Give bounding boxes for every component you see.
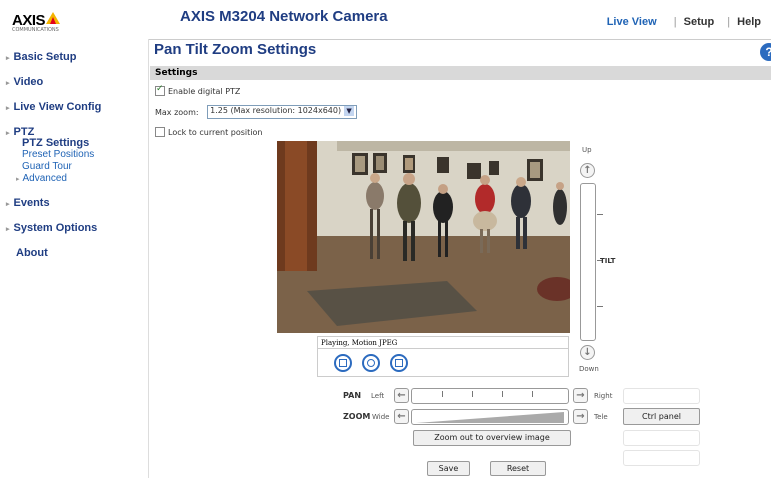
- sidebar-item-label: Basic Setup: [13, 51, 77, 63]
- header-divider: [148, 39, 771, 40]
- chevron-right-icon: ▸: [16, 176, 20, 183]
- lock-position-row: Lock to current position: [155, 127, 262, 137]
- tilt-down-arrow-icon[interactable]: ↓: [580, 345, 595, 360]
- sidebar-item-events[interactable]: ▸ Events: [0, 194, 148, 219]
- empty-control-slot: [623, 430, 700, 446]
- pan-tick: [472, 391, 473, 397]
- pan-right-label: Right: [594, 392, 613, 400]
- chevron-right-icon: ▸: [6, 55, 10, 62]
- page-title: Pan Tilt Zoom Settings: [154, 41, 317, 58]
- stop-icon[interactable]: [334, 354, 352, 372]
- sidebar-item-system-options[interactable]: ▸ System Options: [0, 219, 148, 244]
- tilt-slider[interactable]: [580, 183, 603, 341]
- nav-help-link[interactable]: Help: [737, 16, 761, 28]
- sidebar-item-label: Advanced: [22, 173, 67, 184]
- save-button[interactable]: Save: [427, 461, 470, 476]
- tilt-up-label: Up: [582, 146, 592, 154]
- logo-tagline: COMMUNICATIONS: [12, 27, 59, 33]
- chevron-right-icon: ▸: [6, 201, 10, 208]
- tilt-tick: [597, 306, 603, 307]
- ctrl-panel-button[interactable]: Ctrl panel: [623, 408, 700, 425]
- sidebar-divider: [148, 39, 149, 478]
- chevron-right-icon: ▸: [6, 226, 10, 233]
- zoom-wide-label: Wide: [372, 413, 390, 421]
- empty-control-slot: [623, 388, 700, 404]
- nav-separator: |: [727, 16, 731, 28]
- max-zoom-row: Max zoom: 1.25 (Max resolution: 1024x640…: [155, 105, 358, 119]
- video-scene-image: [277, 141, 570, 333]
- sidebar-item-label: Events: [13, 197, 50, 209]
- sidebar-item-label: System Options: [13, 222, 98, 234]
- tilt-label: TILT: [600, 257, 616, 265]
- sidebar-item-label: Video: [13, 76, 44, 88]
- pan-left-label: Left: [371, 392, 385, 400]
- sidebar: ▸ Basic Setup ▸ Video ▸ Live View Config ▸ P…: [0, 48, 148, 269]
- sidebar-subitem-ptz-settings[interactable]: PTZ Settings: [0, 137, 148, 149]
- nav-setup-link[interactable]: Setup: [684, 16, 715, 28]
- enable-digital-ptz-label: Enable digital PTZ: [168, 87, 241, 96]
- zoom-ramp-graphic: [416, 412, 564, 423]
- sidebar-subitem-guard-tour[interactable]: Guard Tour: [0, 161, 148, 173]
- pan-tick: [442, 391, 443, 397]
- sidebar-subitem-preset-positions[interactable]: Preset Positions: [0, 149, 148, 161]
- max-zoom-select[interactable]: 1.25 (Max resolution: 1024x640) ▼: [207, 105, 358, 119]
- zoom-tele-arrow-icon[interactable]: →: [573, 409, 588, 424]
- top-navigation: Live View | Setup | Help: [607, 16, 771, 28]
- pan-right-arrow-icon[interactable]: →: [573, 388, 588, 403]
- zoom-out-overview-button[interactable]: Zoom out to overview image: [413, 430, 571, 446]
- pan-tick: [502, 391, 503, 397]
- axis-logo: AXIS COMMUNICATIONS: [12, 10, 60, 33]
- reset-button[interactable]: Reset: [490, 461, 546, 476]
- product-title: AXIS M3204 Network Camera: [180, 8, 388, 25]
- pan-slider[interactable]: [411, 388, 569, 404]
- camera-live-video[interactable]: [277, 141, 570, 333]
- zoom-tele-label: Tele: [594, 413, 608, 421]
- video-controls: [317, 348, 569, 377]
- settings-section-header: Settings: [150, 66, 771, 80]
- zoom-label: ZOOM: [343, 412, 371, 421]
- enable-digital-ptz-checkbox[interactable]: [155, 84, 165, 96]
- sidebar-item-video[interactable]: ▸ Video: [0, 73, 148, 98]
- tilt-up-arrow-icon[interactable]: ↑: [580, 163, 595, 178]
- snapshot-icon[interactable]: [362, 354, 380, 372]
- chevron-right-icon: ▸: [6, 105, 10, 112]
- pan-left-arrow-icon[interactable]: ←: [394, 388, 409, 403]
- sidebar-item-label: Live View Config: [13, 101, 102, 113]
- help-icon[interactable]: ?: [760, 43, 771, 61]
- tilt-down-label: Down: [579, 365, 599, 373]
- empty-control-slot: [623, 450, 700, 466]
- sidebar-subitem-advanced[interactable]: ▸ Advanced: [0, 173, 148, 186]
- nav-separator: |: [673, 16, 677, 28]
- zoom-wide-arrow-icon[interactable]: ←: [394, 409, 409, 424]
- sidebar-item-basic-setup[interactable]: ▸ Basic Setup: [0, 48, 148, 73]
- pan-label: PAN: [343, 391, 362, 400]
- logo-triangle-accent-icon: [50, 17, 56, 24]
- video-status-bar: Playing, Motion JPEG: [317, 336, 569, 348]
- pan-tick: [532, 391, 533, 397]
- chevron-right-icon: ▸: [6, 130, 10, 137]
- enable-digital-ptz-row: Enable digital PTZ: [155, 84, 241, 96]
- tilt-tick: [597, 214, 603, 215]
- sidebar-item-ptz[interactable]: ▸ PTZ: [0, 123, 148, 138]
- chevron-down-icon: ▼: [344, 106, 355, 116]
- max-zoom-value: 1.25 (Max resolution: 1024x640): [210, 106, 342, 115]
- sidebar-item-live-view-config[interactable]: ▸ Live View Config: [0, 98, 148, 123]
- chevron-right-icon: ▸: [6, 80, 10, 87]
- lock-position-label: Lock to current position: [168, 128, 263, 137]
- max-zoom-label: Max zoom:: [155, 107, 199, 117]
- lock-position-checkbox[interactable]: [155, 127, 165, 137]
- save-snapshot-icon[interactable]: [390, 354, 408, 372]
- zoom-slider[interactable]: [411, 409, 569, 425]
- nav-live-view-link[interactable]: Live View: [607, 16, 657, 28]
- sidebar-item-about[interactable]: About: [0, 244, 148, 269]
